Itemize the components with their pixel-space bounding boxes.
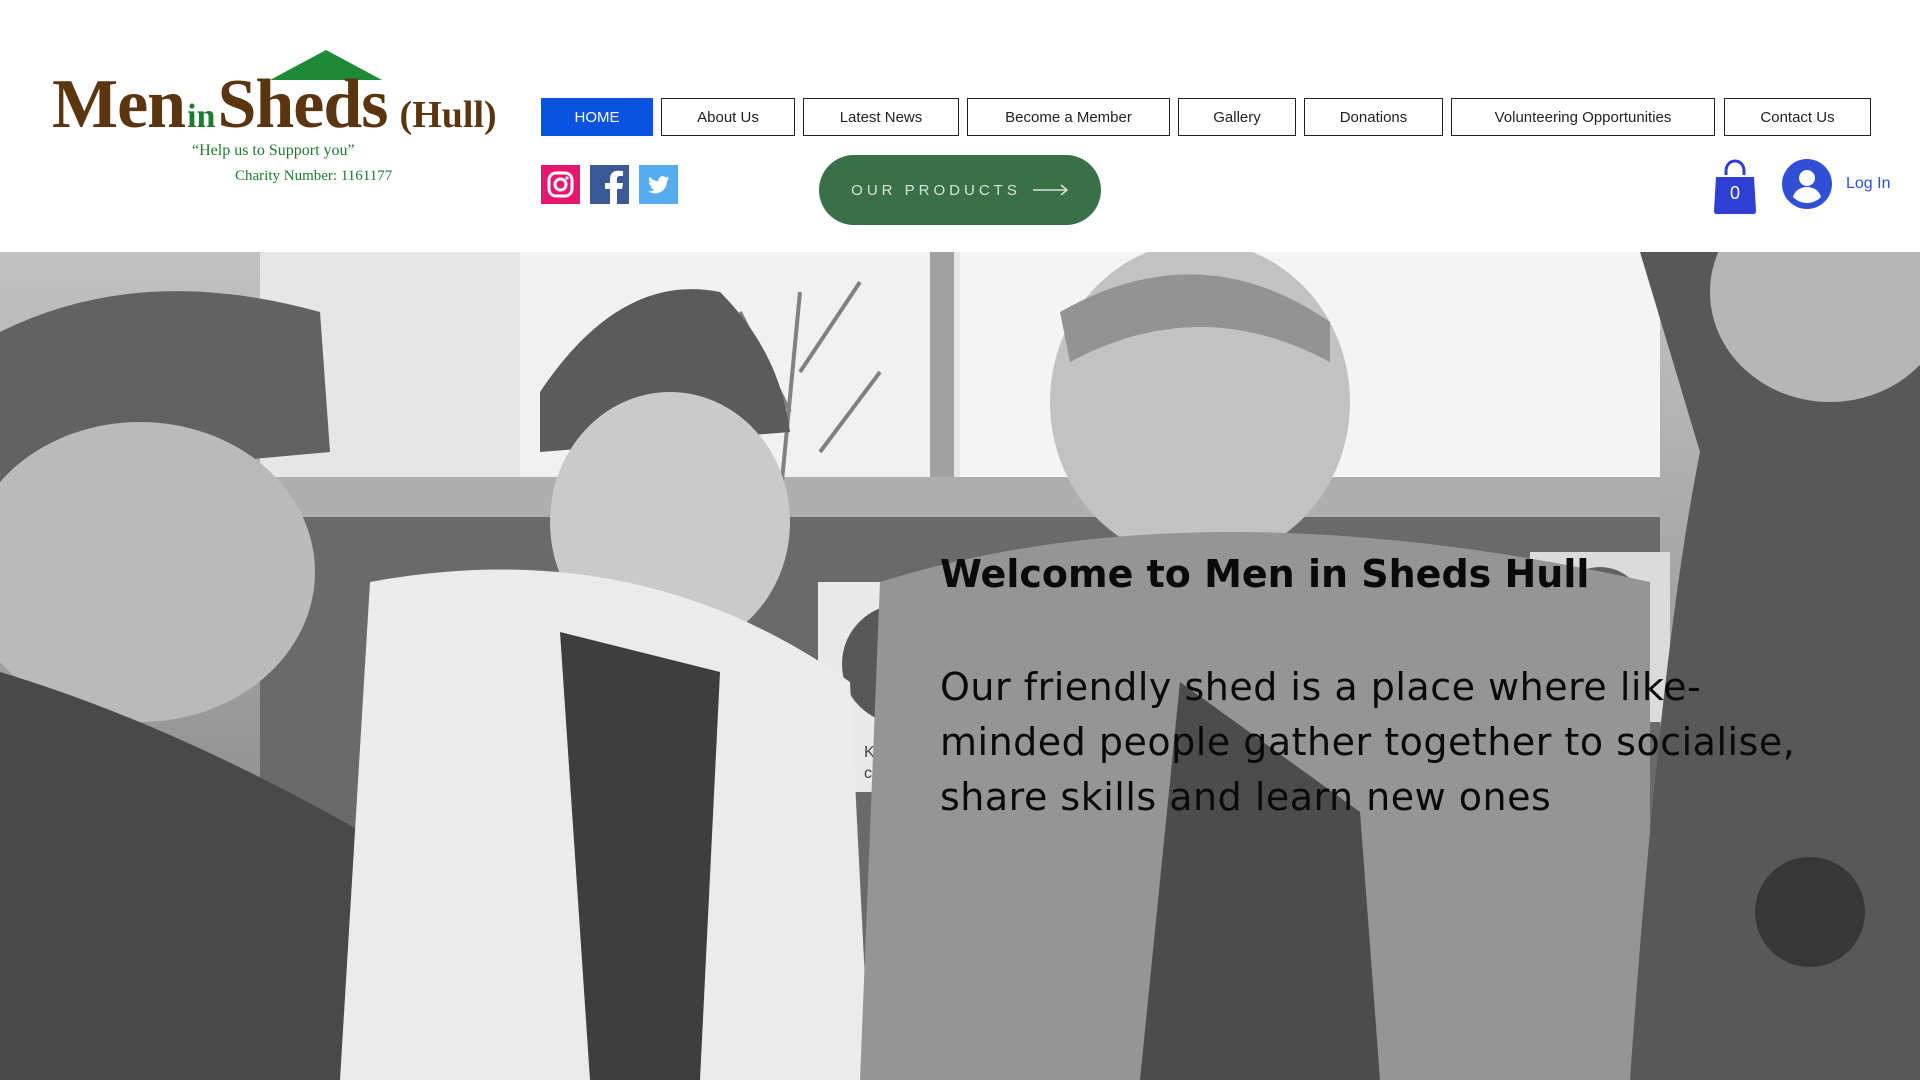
logo-word-in: in: [187, 98, 216, 135]
arrow-right-icon: [1032, 184, 1069, 196]
facebook-link[interactable]: [590, 165, 629, 204]
hero-section: Keep floo clear at a times Welcome to Me…: [0, 252, 1920, 1080]
nav-become-a-member[interactable]: Become a Member: [967, 98, 1170, 136]
nav-contact-us[interactable]: Contact Us: [1724, 98, 1871, 136]
hero-title: Welcome to Men in Sheds Hull: [940, 552, 1590, 596]
shopping-cart-button[interactable]: 0: [1712, 157, 1758, 215]
facebook-icon: [590, 165, 629, 204]
login-label: Log In: [1846, 175, 1891, 192]
nav-home[interactable]: HOME: [541, 98, 653, 136]
logo-tagline: “Help us to Support you”: [192, 142, 355, 159]
instagram-link[interactable]: [541, 165, 580, 204]
charity-number: Charity Number: 1161177: [235, 168, 393, 184]
nav-donations[interactable]: Donations: [1304, 98, 1443, 136]
nav-volunteering-opportunities[interactable]: Volunteering Opportunities: [1451, 98, 1715, 136]
logo-word-sheds: Sheds: [217, 66, 388, 143]
nav-latest-news[interactable]: Latest News: [803, 98, 959, 136]
user-avatar-icon: [1782, 159, 1832, 209]
site-header: MeninSheds (Hull) “Help us to Support you…: [0, 0, 1920, 252]
hero-text-block: Welcome to Men in Sheds Hull Our friendl…: [940, 552, 1840, 825]
nav-about-us[interactable]: About Us: [661, 98, 795, 136]
twitter-icon: [639, 165, 678, 204]
hero-description: Our friendly shed is a place where like-…: [940, 664, 1796, 819]
our-products-label: OUR PRODUCTS: [851, 181, 1021, 199]
nav-gallery[interactable]: Gallery: [1178, 98, 1296, 136]
login-button[interactable]: Log In: [1782, 158, 1890, 210]
our-products-button[interactable]: OUR PRODUCTS: [819, 155, 1101, 225]
site-logo[interactable]: MeninSheds (Hull) “Help us to Support you…: [52, 48, 532, 198]
logo-word-men: Men: [52, 66, 186, 143]
logo-wordmark: MeninSheds (Hull): [52, 70, 497, 140]
cart-count: 0: [1729, 183, 1740, 203]
instagram-icon: [541, 165, 580, 204]
logo-word-location: (Hull): [399, 94, 497, 136]
twitter-link[interactable]: [639, 165, 678, 204]
